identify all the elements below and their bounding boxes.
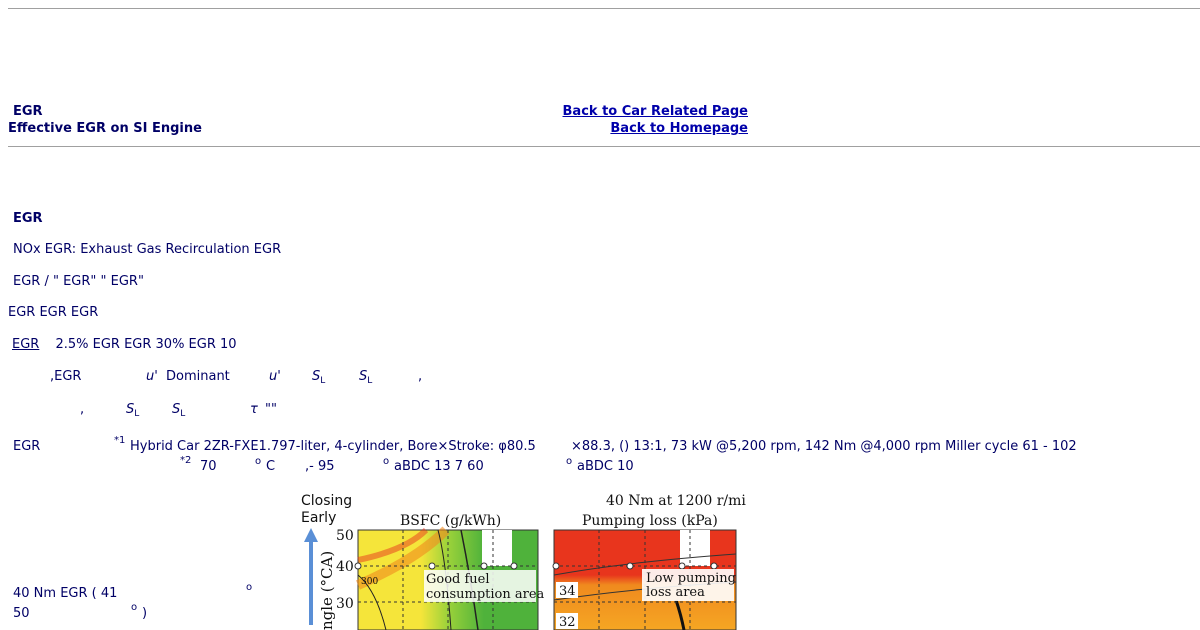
- p5-sl-1: SL: [312, 369, 326, 386]
- p6-quotes: "": [265, 402, 277, 417]
- tick-50: 50: [336, 528, 354, 544]
- degree-mark-3: o: [566, 456, 573, 467]
- p7-line-2d: aBDC 13 7 60: [394, 459, 484, 474]
- paragraph-4: EGR 2.5% EGR EGR 30% EGR 10: [8, 337, 237, 352]
- degree-mark-1: o: [255, 456, 262, 467]
- top-divider: [8, 8, 1200, 9]
- p8-line-2b: ): [142, 606, 148, 621]
- paragraph-4-text: 2.5% EGR EGR 30% EGR 10: [55, 337, 237, 352]
- p7-egr: EGR: [13, 439, 41, 454]
- pumping-blank-area: [680, 530, 710, 566]
- back-to-homepage-link[interactable]: Back to Homepage: [610, 121, 748, 136]
- p6-sl-1: SL: [126, 402, 140, 419]
- section-heading: EGR: [13, 211, 43, 226]
- left-note-line2: consumption area: [426, 587, 545, 602]
- p7-line-1b: ×88.3, () 13:1, 73 kW @5,200 rpm, 142 Nm…: [571, 439, 1077, 454]
- arrow-head: [304, 528, 318, 542]
- figure-svg: Closing Early ngle (°CA) 40 Nm at 1200 r…: [301, 493, 746, 630]
- p8-line-2a: 50: [13, 606, 30, 621]
- p7-line-2a: 70: [200, 459, 217, 474]
- bsfc-pumping-loss-figure: Closing Early ngle (°CA) 40 Nm at 1200 r…: [296, 490, 746, 630]
- paragraph-2: EGR / " EGR" " EGR": [13, 274, 144, 289]
- p7-line-1: Hybrid Car 2ZR-FXE1.797-liter, 4-cylinde…: [130, 439, 536, 454]
- tick-40: 40: [336, 559, 354, 575]
- page-subtitle: Effective EGR on SI Engine: [8, 121, 202, 136]
- p7-line-2e: aBDC 10: [577, 459, 634, 474]
- p5-u-prime: u': [146, 369, 158, 384]
- bsfc-blank-area: [482, 530, 512, 566]
- left-note-line1: Good fuel: [426, 572, 490, 587]
- right-note-line2: loss area: [646, 585, 705, 600]
- p6-tau: τ: [250, 402, 258, 417]
- p5-sl-2: SL: [359, 369, 373, 386]
- degree-mark-4: o: [246, 582, 253, 593]
- left-panel-title: BSFC (g/kWh): [400, 513, 501, 529]
- egr-underlined-term: EGR: [12, 337, 40, 352]
- right-panel-title: Pumping loss (kPa): [582, 513, 718, 529]
- page-title: EGR: [13, 104, 43, 119]
- header-divider: [8, 146, 1200, 147]
- p6-comma: ,: [80, 402, 85, 417]
- closing-label: Closing: [301, 493, 352, 509]
- tick-30: 30: [336, 596, 354, 612]
- contour-300: 300: [361, 577, 378, 587]
- p6-sl-2: SL: [172, 402, 186, 419]
- p5-u-prime-2: u': [269, 369, 281, 384]
- p7-line-2b: C: [266, 459, 276, 474]
- p7-line-2c: ,- 95: [305, 459, 335, 474]
- p5-comma: ,: [418, 369, 423, 384]
- early-label: Early: [301, 510, 336, 526]
- right-note-line1: Low pumping: [646, 571, 736, 586]
- p5-dominant: Dominant: [166, 369, 230, 384]
- figure-top-title: 40 Nm at 1200 r/min: [606, 493, 746, 509]
- footnote-2-marker: *2: [180, 455, 192, 466]
- contour-32: 32: [559, 615, 576, 630]
- degree-mark-2: o: [383, 456, 390, 467]
- y-axis-label: ngle (°CA): [318, 551, 336, 630]
- contour-34: 34: [559, 584, 576, 599]
- footnote-1-marker: *1: [114, 435, 126, 446]
- paragraph-3: EGR EGR EGR: [8, 305, 99, 320]
- p8-line-1: 40 Nm EGR ( 41: [13, 586, 118, 601]
- paragraph-1: NOx EGR: Exhaust Gas Recirculation EGR: [13, 242, 282, 257]
- degree-mark-5: o: [131, 602, 138, 613]
- back-to-car-link[interactable]: Back to Car Related Page: [563, 104, 748, 119]
- p5-egr: ,EGR: [50, 369, 82, 384]
